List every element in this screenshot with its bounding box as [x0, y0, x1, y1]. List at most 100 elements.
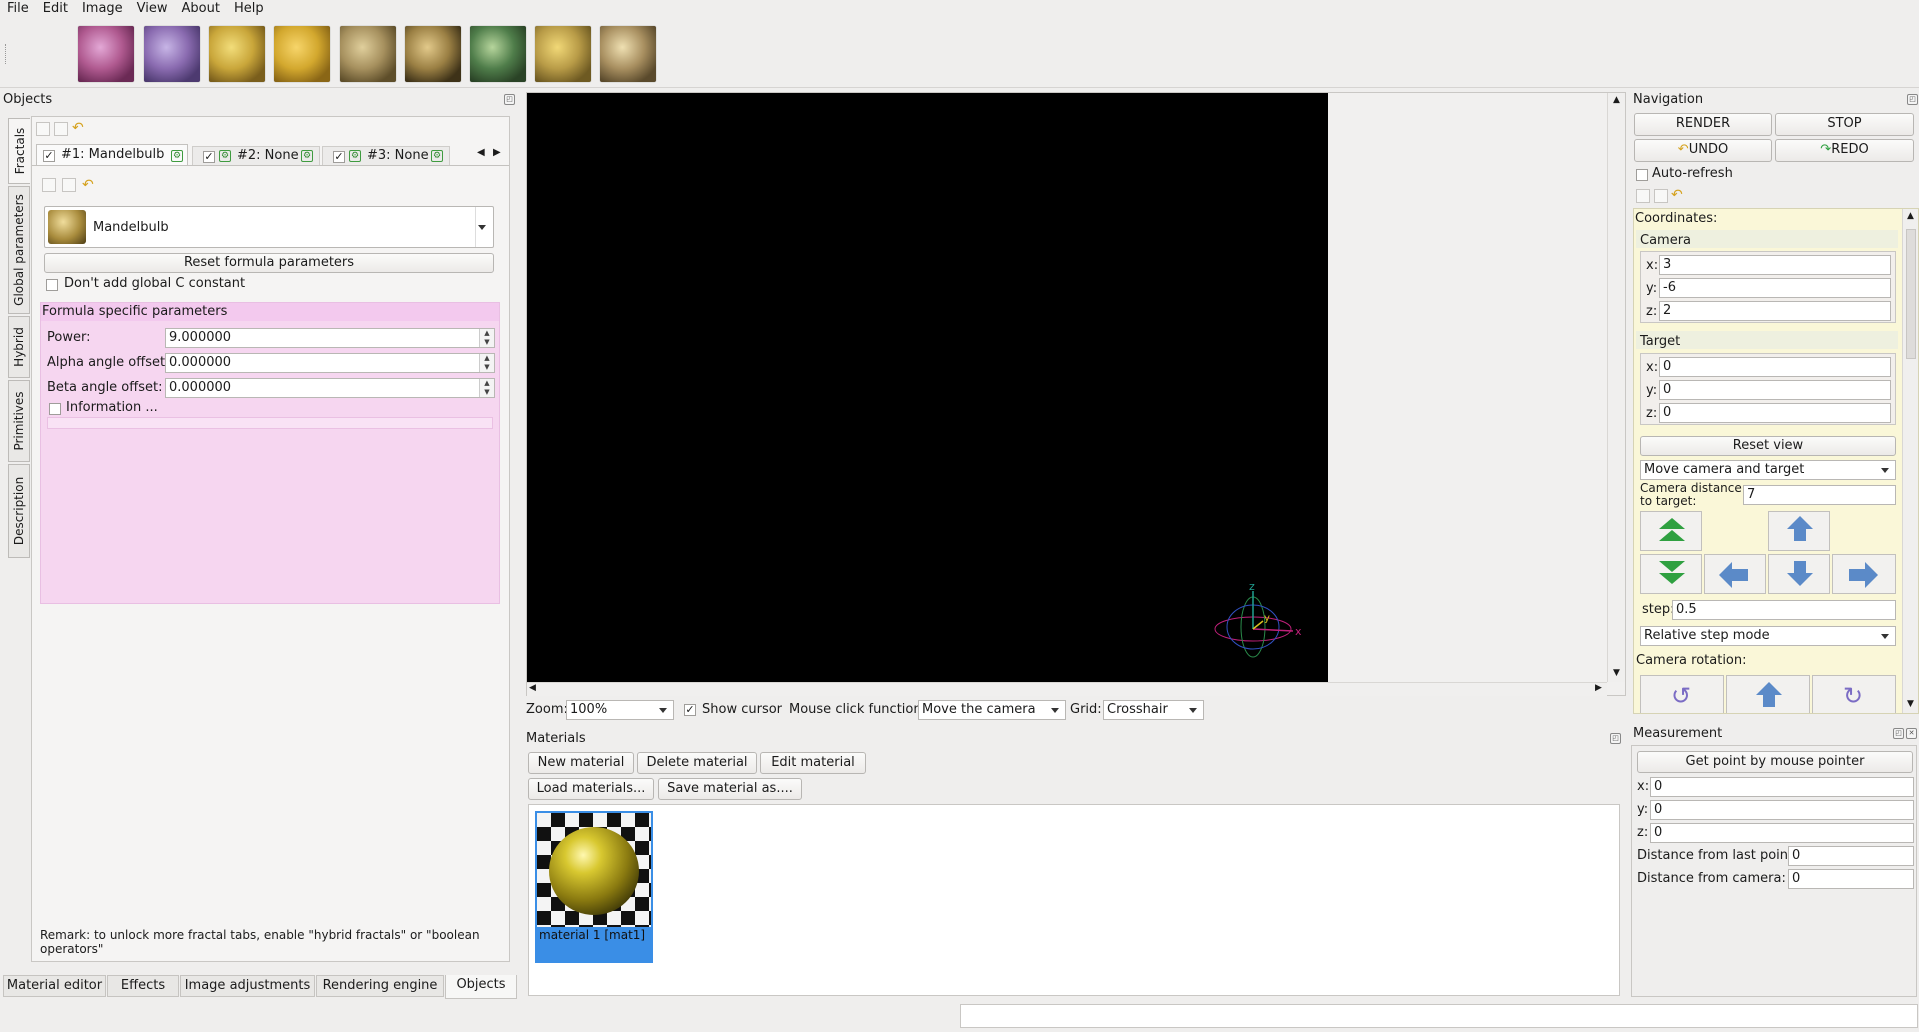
tab-scroll-left-icon[interactable]: ◀ [477, 147, 485, 158]
tab-effects[interactable]: Effects [107, 975, 179, 997]
paste-fractal-icon[interactable] [62, 178, 76, 192]
fractal-tab-2-checkbox[interactable]: ✓ [203, 151, 215, 163]
undo-fractal-icon[interactable]: ↶ [82, 177, 94, 193]
material-item[interactable]: material 1 [mat1] [535, 811, 653, 963]
tab-material-editor[interactable]: Material editor [3, 975, 106, 997]
paste-settings-icon[interactable] [54, 122, 68, 136]
rotate-left-button[interactable]: ↺ [1640, 675, 1724, 713]
tab-hybrid[interactable]: Hybrid [8, 316, 30, 378]
copy-settings-icon[interactable] [36, 122, 50, 136]
load-materials-button[interactable]: Load materials... [528, 778, 654, 800]
fractal-tab-3[interactable]: ✓ ⚙ #3: None ⚙ [322, 146, 450, 166]
tab-image-adjustments[interactable]: Image adjustments [180, 975, 315, 997]
measure-y-field[interactable]: 0 [1650, 800, 1914, 820]
nav-scroll-down-icon[interactable]: ▼ [1907, 699, 1914, 709]
measure-x-field[interactable]: 0 [1650, 777, 1914, 797]
scroll-up-icon[interactable]: ▲ [1613, 95, 1620, 105]
reset-formula-button[interactable]: Reset formula parameters [44, 253, 494, 273]
scroll-left-icon[interactable]: ◀ [529, 683, 536, 693]
move-down-button[interactable] [1768, 554, 1830, 594]
rotate-up-button[interactable] [1726, 675, 1810, 713]
cam-distance-field[interactable]: 7 [1743, 485, 1896, 505]
preset-gold-pyramid-icon[interactable] [535, 26, 591, 82]
camera-y-field[interactable]: -6 [1659, 278, 1891, 298]
undo-button[interactable]: ↶UNDO [1634, 139, 1772, 162]
reset-view-button[interactable]: Reset view [1640, 436, 1896, 456]
beta-field[interactable]: 0.000000 ▲ ▼ [165, 378, 495, 398]
fractal-tab-1[interactable]: ✓ #1: Mandelbulb ⚙ [36, 144, 188, 166]
scroll-right-icon[interactable]: ▶ [1595, 683, 1602, 693]
preset-gold-cube-icon[interactable] [274, 26, 330, 82]
menu-help[interactable]: Help [227, 0, 271, 18]
zoom-select[interactable]: 100% [566, 700, 674, 720]
render-canvas[interactable]: x z y [527, 93, 1328, 682]
fractal-tab-2-enabled-icon[interactable]: ⚙ [301, 150, 313, 162]
stop-button[interactable]: STOP [1775, 113, 1914, 136]
copy-fractal-icon[interactable] [42, 178, 56, 192]
rotate-right-button[interactable]: ↻ [1812, 675, 1896, 713]
preset-pink-fractal-icon[interactable] [78, 26, 134, 82]
preset-gold-spiral-icon[interactable] [600, 26, 656, 82]
formula-select[interactable]: Mandelbulb [44, 206, 494, 248]
fractal-tab-1-checkbox[interactable]: ✓ [43, 150, 55, 162]
materials-float-icon[interactable]: ◰ [1610, 733, 1621, 744]
edit-material-button[interactable]: Edit material [760, 752, 866, 774]
nav-copy-icon[interactable] [1636, 189, 1650, 203]
fractal-tab-2[interactable]: ✓ ⚙ #2: None ⚙ [192, 146, 320, 166]
undo-settings-icon[interactable]: ↶ [72, 121, 88, 136]
fractal-tab-3-enabled-icon[interactable]: ⚙ [431, 150, 443, 162]
delete-material-button[interactable]: Delete material [637, 752, 757, 774]
tab-objects[interactable]: Objects [445, 975, 517, 999]
tab-fractals[interactable]: Fractals [8, 118, 30, 184]
camera-x-field[interactable]: 3 [1659, 255, 1891, 275]
preset-golden-box-icon[interactable] [209, 26, 265, 82]
beta-spin-icon[interactable]: ▲ ▼ [479, 379, 494, 397]
target-x-field[interactable]: 0 [1659, 357, 1891, 377]
nav-undo-icon[interactable]: ↶ [1671, 187, 1683, 203]
fractal-tab-3-checkbox[interactable]: ✓ [333, 151, 345, 163]
nav-paste-icon[interactable] [1654, 189, 1668, 203]
preset-gold-sculpture-icon[interactable] [340, 26, 396, 82]
toolbar-grip[interactable] [5, 44, 9, 64]
menu-view[interactable]: View [130, 0, 175, 18]
dist-last-field[interactable]: 0 [1788, 846, 1914, 866]
move-right-button[interactable] [1832, 554, 1896, 594]
move-left-button[interactable] [1704, 554, 1766, 594]
auto-refresh-checkbox[interactable] [1636, 169, 1648, 181]
mouse-click-select[interactable]: Move the camera [918, 700, 1066, 720]
camera-z-field[interactable]: 2 [1659, 301, 1891, 321]
nav-scroll-up-icon[interactable]: ▲ [1907, 211, 1914, 221]
step-field[interactable]: 0.5 [1672, 600, 1896, 620]
preset-purple-fractal-icon[interactable] [144, 26, 200, 82]
preset-gold-spheres-icon[interactable] [405, 26, 461, 82]
save-material-button[interactable]: Save material as.... [658, 778, 802, 800]
alpha-spin-icon[interactable]: ▲ ▼ [479, 354, 494, 372]
render-button[interactable]: RENDER [1634, 113, 1772, 136]
menu-file[interactable]: File [0, 0, 36, 18]
move-forward-button[interactable] [1640, 511, 1702, 551]
measurement-close-icon[interactable]: ✕ [1906, 728, 1917, 739]
measurement-float-icon[interactable]: ◰ [1893, 728, 1904, 739]
preset-green-menger-icon[interactable] [470, 26, 526, 82]
target-y-field[interactable]: 0 [1659, 380, 1891, 400]
get-point-button[interactable]: Get point by mouse pointer [1637, 751, 1913, 773]
menu-edit[interactable]: Edit [36, 0, 75, 18]
measure-z-field[interactable]: 0 [1650, 823, 1914, 843]
tab-scroll-right-icon[interactable]: ▶ [493, 147, 501, 158]
fractal-tab-3-gear-icon[interactable]: ⚙ [349, 150, 361, 162]
fractal-tab-2-gear-icon[interactable]: ⚙ [219, 150, 231, 162]
information-checkbox[interactable] [49, 403, 61, 415]
grid-select[interactable]: Crosshair [1103, 700, 1204, 720]
power-field[interactable]: 9.000000 ▲ ▼ [165, 328, 495, 348]
new-material-button[interactable]: New material [528, 752, 634, 774]
move-up-button[interactable] [1768, 511, 1830, 551]
target-z-field[interactable]: 0 [1659, 403, 1891, 423]
dist-camera-field[interactable]: 0 [1788, 869, 1914, 889]
redo-button[interactable]: ↷REDO [1775, 139, 1914, 162]
viewport-horizontal-scrollbar[interactable]: ◀ ▶ [527, 682, 1607, 696]
menu-about[interactable]: About [175, 0, 227, 18]
viewport-vertical-scrollbar[interactable]: ▲ ▼ [1607, 93, 1625, 682]
tab-primitives[interactable]: Primitives [8, 380, 30, 462]
power-spin-icon[interactable]: ▲ ▼ [479, 329, 494, 347]
dont-add-c-checkbox[interactable] [46, 279, 58, 291]
